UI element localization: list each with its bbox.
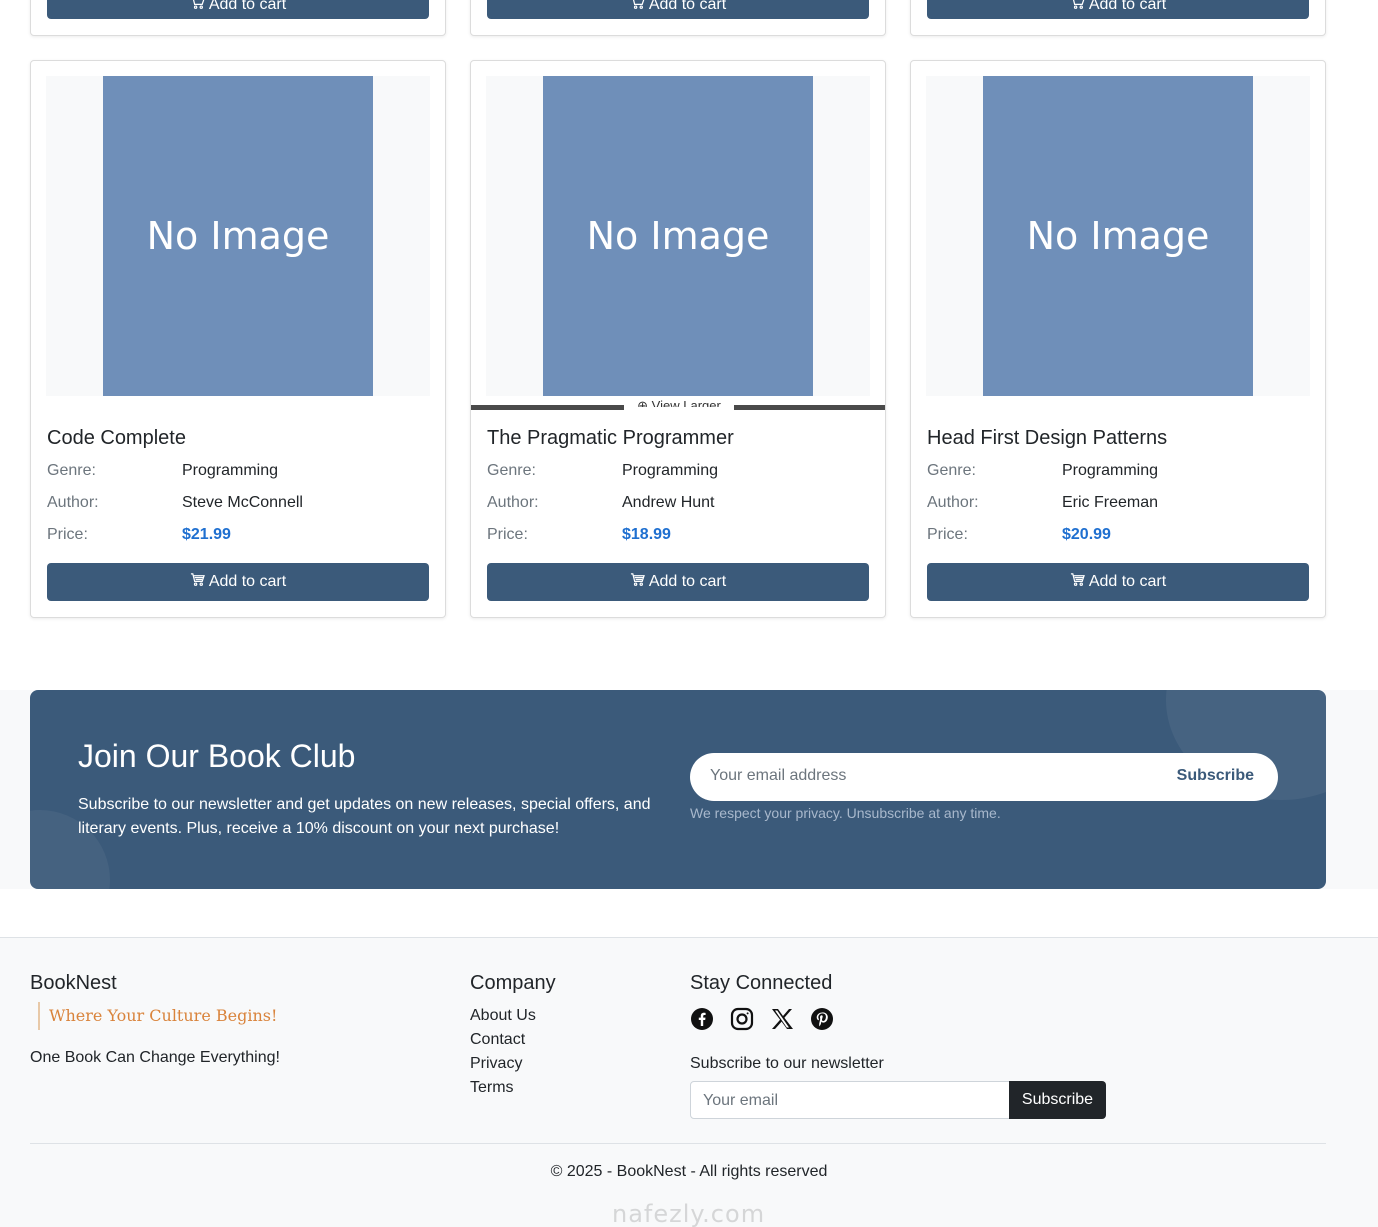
add-to-cart-button[interactable]: Add to cart	[487, 563, 869, 601]
price-label: Price:	[47, 526, 88, 543]
genre-label: Genre:	[47, 462, 96, 479]
add-to-cart-label: Add to cart	[648, 573, 727, 590]
price-label: Price:	[927, 526, 968, 543]
footer-subscribe-button[interactable]: Subscribe	[1009, 1081, 1106, 1119]
genre-row: Genre: Programming	[927, 462, 1158, 480]
book-card-top-1: Add to cart	[30, 0, 446, 36]
newsletter-text: Subscribe to our newsletter and get upda…	[78, 796, 651, 837]
book-cover[interactable]: No Image	[926, 76, 1310, 396]
instagram-icon[interactable]	[730, 1007, 754, 1031]
footer-email-input[interactable]: Your email	[690, 1081, 1010, 1119]
genre-value: Programming	[622, 462, 719, 479]
view-larger-label: ⊕ View Larger	[637, 398, 721, 407]
price-value: $21.99	[182, 526, 231, 543]
price-row: Price: $21.99	[47, 526, 231, 544]
add-to-cart-label: Add to cart	[1088, 573, 1167, 590]
privacy-note: We respect your privacy. Unsubscribe at …	[690, 805, 1001, 821]
footer-company-title: Company	[470, 972, 556, 994]
footer-motto: One Book Can Change Everything!	[30, 1049, 280, 1066]
book-title: The Pragmatic Programmer	[487, 427, 734, 449]
book-cover[interactable]: No Image	[46, 76, 430, 396]
add-to-cart-label: Add to cart	[208, 573, 287, 590]
book-card: No Image ⊕ View Larger The Pragmatic Pro…	[470, 60, 886, 618]
footer-divider	[30, 1143, 1326, 1144]
cart-icon	[630, 572, 645, 592]
price-label: Price:	[487, 526, 528, 543]
x-icon[interactable]	[770, 1007, 794, 1031]
view-larger-bar[interactable]: ⊕ View Larger	[471, 398, 885, 410]
book-title: Code Complete	[47, 427, 186, 449]
author-label: Author:	[47, 494, 99, 511]
footer-link-privacy[interactable]: Privacy	[470, 1052, 536, 1076]
cart-icon	[1070, 572, 1085, 592]
footer-stay-title: Stay Connected	[690, 972, 833, 994]
footer-links: About Us Contact Privacy Terms	[470, 1004, 536, 1100]
add-to-cart-label: Add to cart	[1088, 0, 1167, 13]
price-value: $18.99	[622, 526, 671, 543]
genre-value: Programming	[182, 462, 279, 479]
author-label: Author:	[487, 494, 539, 511]
genre-label: Genre:	[487, 462, 536, 479]
price-value: $20.99	[1062, 526, 1111, 543]
newsletter-title: Join Our Book Club	[78, 738, 356, 774]
cart-icon	[630, 0, 645, 15]
no-image-placeholder: No Image	[543, 76, 813, 396]
genre-label: Genre:	[927, 462, 976, 479]
social-links	[690, 1007, 834, 1031]
footer-link-about[interactable]: About Us	[470, 1004, 536, 1028]
book-card: No Image Code Complete Genre: Programming…	[30, 60, 446, 618]
footer-link-contact[interactable]: Contact	[470, 1028, 536, 1052]
facebook-icon[interactable]	[690, 1007, 714, 1031]
cart-icon	[1070, 0, 1085, 15]
copyright: © 2025 - BookNest - All rights reserved	[550, 1163, 828, 1180]
book-cover[interactable]: No Image	[486, 76, 870, 396]
pinterest-icon[interactable]	[810, 1007, 834, 1031]
author-value: Eric Freeman	[1062, 494, 1159, 511]
genre-value: Programming	[1062, 462, 1159, 479]
no-image-placeholder: No Image	[983, 76, 1253, 396]
footer-email-placeholder: Your email	[703, 1092, 779, 1109]
genre-row: Genre: Programming	[47, 462, 278, 480]
price-row: Price: $18.99	[487, 526, 671, 544]
price-row: Price: $20.99	[927, 526, 1111, 544]
add-to-cart-button[interactable]: Add to cart	[927, 563, 1309, 601]
add-to-cart-button[interactable]: Add to cart	[47, 563, 429, 601]
add-to-cart-button[interactable]: Add to cart	[487, 0, 869, 19]
author-row: Author: Steve McConnell	[47, 494, 303, 512]
add-to-cart-button[interactable]: Add to cart	[927, 0, 1309, 19]
footer-tagline: Where Your Culture Begins!	[38, 1002, 277, 1030]
book-card-top-2: Add to cart	[470, 0, 886, 36]
footer-link-terms[interactable]: Terms	[470, 1076, 536, 1100]
book-card: No Image Head First Design Patterns Genr…	[910, 60, 1326, 618]
author-value: Steve McConnell	[182, 494, 303, 511]
author-value: Andrew Hunt	[622, 494, 715, 511]
add-to-cart-label: Add to cart	[208, 0, 287, 13]
newsletter-section: Join Our Book Club Subscribe to our news…	[30, 690, 1326, 889]
book-title: Head First Design Patterns	[927, 427, 1168, 449]
footer-brand: BookNest	[30, 972, 117, 994]
newsletter-email-input[interactable]: Your email address Subscribe	[690, 753, 1278, 801]
no-image-placeholder: No Image	[103, 76, 373, 396]
footer-subscribe-label: Subscribe to our newsletter	[690, 1055, 884, 1072]
cart-icon	[190, 572, 205, 592]
author-label: Author:	[927, 494, 979, 511]
add-to-cart-button[interactable]: Add to cart	[47, 0, 429, 19]
author-row: Author: Eric Freeman	[927, 494, 1158, 512]
footer: BookNest Where Your Culture Begins! One …	[0, 937, 1378, 1227]
genre-row: Genre: Programming	[487, 462, 718, 480]
watermark: nafezly.com	[612, 1200, 766, 1227]
add-to-cart-label: Add to cart	[648, 0, 727, 13]
email-placeholder: Your email address	[710, 767, 847, 784]
author-row: Author: Andrew Hunt	[487, 494, 715, 512]
cart-icon	[190, 0, 205, 15]
newsletter-subscribe-button[interactable]: Subscribe	[1177, 767, 1254, 785]
book-card-top-3: Add to cart	[910, 0, 1326, 36]
